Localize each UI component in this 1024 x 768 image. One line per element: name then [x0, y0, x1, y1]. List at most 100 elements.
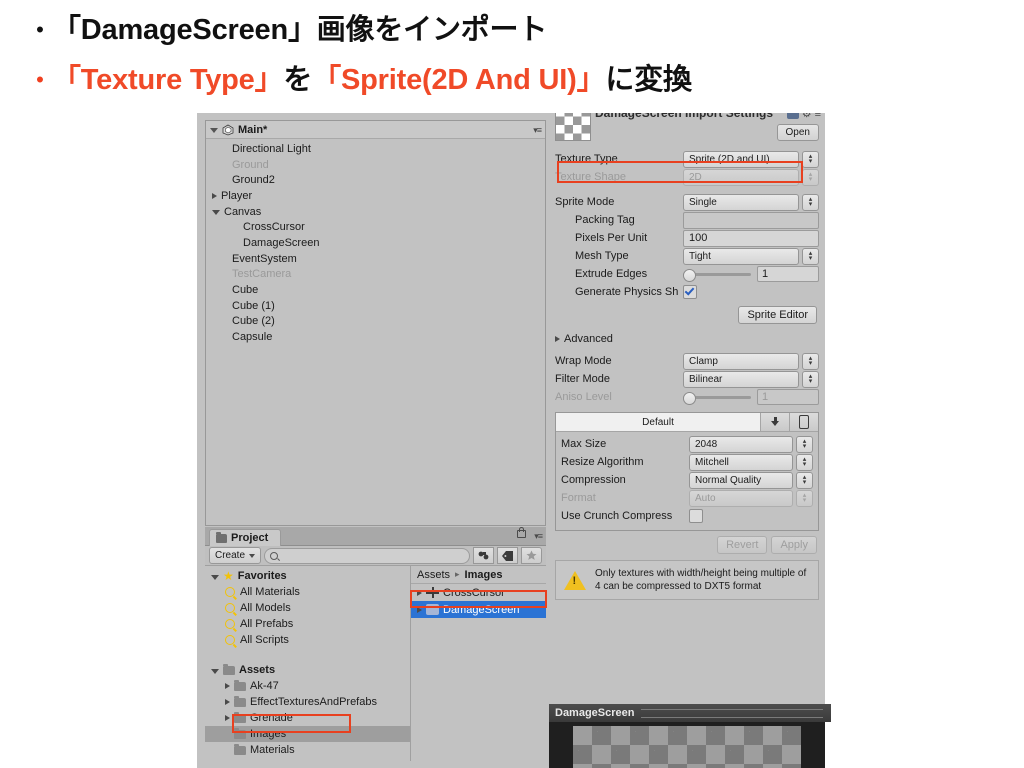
chevron-right-icon[interactable]	[225, 699, 230, 705]
dropdown-value: Sprite (2D and UI)	[689, 153, 770, 165]
project-tree-favorite-item[interactable]: All Models	[205, 600, 410, 616]
dropdown-sprite-mode[interactable]: Single	[683, 193, 799, 211]
hierarchy-item[interactable]: Ground	[206, 157, 545, 173]
gear-icon[interactable]: ⚙	[802, 113, 812, 120]
open-button[interactable]: Open	[776, 124, 819, 141]
project-tree-favorite-item[interactable]: All Scripts	[205, 632, 410, 648]
hierarchy-item[interactable]: DamageScreen	[206, 235, 545, 251]
chevron-right-icon[interactable]	[225, 715, 230, 721]
tab-standalone-platform[interactable]	[761, 413, 790, 431]
dropdown-texture-type[interactable]: Sprite (2D and UI)	[683, 150, 799, 168]
chevron-down-icon[interactable]	[210, 128, 218, 133]
inspector-panel: DamageScreen Import Settings ⚙ ≡ Open Te…	[549, 113, 831, 768]
revert-button[interactable]: Revert	[717, 536, 768, 554]
project-tree-favorite-item[interactable]: All Materials	[205, 584, 410, 600]
chevron-right-icon[interactable]	[417, 606, 422, 613]
dropdown-format[interactable]: Auto	[689, 489, 793, 507]
bullet-item-2: • 「Texture Type」を「Sprite(2D And UI)」に変換	[28, 58, 1008, 102]
chevron-updown-icon[interactable]: ▴ ▾	[802, 193, 819, 211]
project-tree-folder[interactable]: Ak-47	[205, 678, 410, 694]
hierarchy-item[interactable]: Capsule	[206, 329, 545, 345]
chevron-updown-icon[interactable]: ▴ ▾	[802, 352, 819, 370]
checkbox-use-crunch-compress[interactable]	[689, 509, 703, 523]
hierarchy-item[interactable]: Player	[206, 188, 545, 204]
checkbox-generate-physics-sh[interactable]	[683, 285, 697, 299]
hierarchy-item[interactable]: Canvas	[206, 204, 545, 220]
revert-apply-row: Revert Apply	[555, 536, 819, 554]
hierarchy-item[interactable]: Cube (2)	[206, 314, 545, 330]
hierarchy-item[interactable]: CrossCursor	[206, 219, 545, 235]
slider-track[interactable]	[683, 391, 751, 405]
preview-drag-handle[interactable]	[640, 708, 823, 718]
slider-extrude-edges[interactable]: 1	[683, 266, 819, 282]
tab-default-platform[interactable]: Default	[556, 413, 761, 431]
hierarchy-item-label: Ground	[232, 158, 269, 171]
input-packing-tag[interactable]	[683, 211, 819, 229]
hierarchy-item[interactable]: Cube (1)	[206, 298, 545, 314]
slider-aniso-level[interactable]: 1	[683, 389, 819, 405]
chevron-down-icon[interactable]	[211, 668, 219, 674]
chevron-updown-icon[interactable]: ▴ ▾	[796, 489, 813, 507]
project-tree-folder[interactable]: Materials	[205, 742, 410, 758]
hierarchy-item[interactable]: Directional Light	[206, 141, 545, 157]
project-tree-folder[interactable]: Images	[205, 726, 410, 742]
chevron-right-icon[interactable]	[225, 683, 230, 689]
favorite-star-icon[interactable]	[521, 547, 542, 564]
advanced-foldout[interactable]: Advanced	[555, 330, 819, 348]
slider-value[interactable]: 1	[757, 389, 819, 405]
help-icon[interactable]: ≡	[815, 113, 821, 120]
sprite-editor-button[interactable]: Sprite Editor	[738, 306, 817, 324]
dropdown-max-size[interactable]: 2048	[689, 435, 793, 453]
lock-icon[interactable]	[517, 527, 526, 538]
create-button[interactable]: Create	[209, 547, 262, 564]
asset-label-icon[interactable]	[473, 547, 494, 564]
search-icon	[225, 603, 235, 613]
slider-knob[interactable]	[683, 391, 696, 405]
chevron-right-icon[interactable]	[417, 589, 422, 596]
file-list-item[interactable]: CrossCursor	[411, 584, 546, 601]
chevron-updown-icon[interactable]: ▴ ▾	[802, 150, 819, 168]
project-tree-assets[interactable]: Assets	[205, 662, 410, 678]
dropdown-filter-mode[interactable]: Bilinear	[683, 370, 799, 388]
chevron-updown-icon[interactable]: ▴ ▾	[802, 370, 819, 388]
chevron-down-icon[interactable]	[211, 574, 219, 580]
breadcrumb-root[interactable]: Assets	[417, 569, 450, 581]
project-menu-icon[interactable]: ▾≡	[534, 531, 543, 542]
chevron-updown-icon[interactable]: ▴ ▾	[796, 471, 813, 489]
tab-mobile-platform[interactable]	[790, 413, 818, 431]
project-tree-favorite-item[interactable]: All Prefabs	[205, 616, 410, 632]
inspector-row: Pixels Per Unit 100	[555, 229, 819, 247]
breadcrumb: Assets ▸ Images	[411, 566, 546, 584]
tab-project[interactable]: Project	[209, 529, 282, 546]
chevron-right-icon[interactable]	[212, 192, 217, 199]
breadcrumb-current[interactable]: Images	[465, 569, 503, 581]
input-pixels-per-unit[interactable]: 100	[683, 229, 819, 247]
slider-track[interactable]	[683, 268, 751, 282]
preview-area	[549, 722, 825, 768]
chevron-updown-icon[interactable]: ▴ ▾	[802, 247, 819, 265]
slider-knob[interactable]	[683, 268, 696, 282]
slider-value[interactable]: 1	[757, 266, 819, 282]
file-list-item[interactable]: DamageScreen	[411, 601, 546, 618]
apply-button[interactable]: Apply	[771, 536, 817, 554]
project-tree-folder[interactable]: EffectTexturesAndPrefabs	[205, 694, 410, 710]
dropdown-wrap-mode[interactable]: Clamp	[683, 352, 799, 370]
dropdown-texture-shape[interactable]: 2D	[683, 168, 799, 186]
chevron-down-icon[interactable]	[212, 210, 220, 216]
chevron-updown-icon[interactable]: ▴ ▾	[796, 453, 813, 471]
hierarchy-item[interactable]: Cube	[206, 282, 545, 298]
project-tree-favorites[interactable]: ★ Favorites	[205, 568, 410, 584]
tag-icon[interactable]	[497, 547, 518, 564]
hierarchy-item[interactable]: Ground2	[206, 172, 545, 188]
hierarchy-item[interactable]: EventSystem	[206, 251, 545, 267]
chevron-updown-icon[interactable]: ▴ ▾	[796, 435, 813, 453]
hierarchy-menu-icon[interactable]: ▾≡	[533, 125, 542, 136]
dropdown-compression[interactable]: Normal Quality	[689, 471, 793, 489]
project-tree-folder[interactable]: Grenade	[205, 710, 410, 726]
chevron-updown-icon[interactable]: ▴ ▾	[802, 168, 819, 186]
dropdown-resize-algorithm[interactable]: Mitchell	[689, 453, 793, 471]
hierarchy-item[interactable]: TestCamera	[206, 267, 545, 283]
search-input[interactable]	[264, 547, 470, 564]
dropdown-mesh-type[interactable]: Tight	[683, 247, 799, 265]
